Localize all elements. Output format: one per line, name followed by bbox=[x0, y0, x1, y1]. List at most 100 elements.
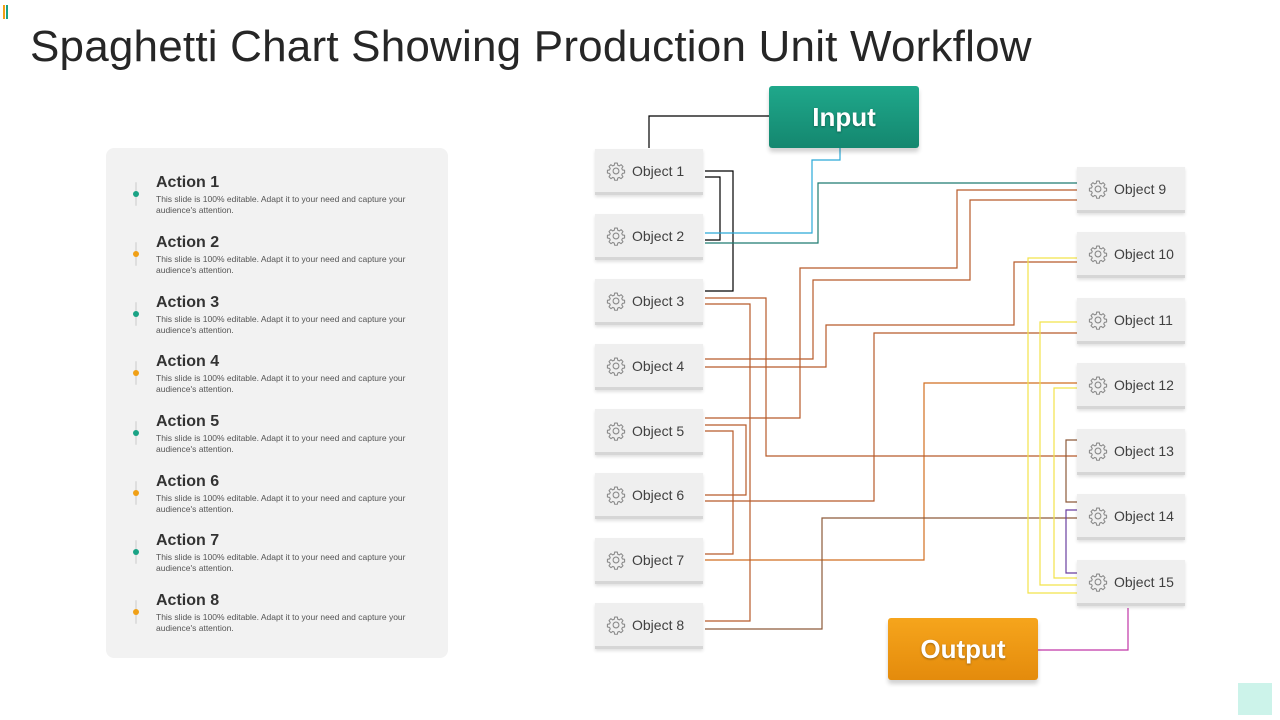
action-description: This slide is 100% editable. Adapt it to… bbox=[156, 373, 406, 394]
object-label: Object 5 bbox=[632, 423, 685, 439]
gear-icon bbox=[1088, 245, 1108, 264]
action-marker bbox=[133, 481, 139, 505]
connector-line bbox=[705, 517, 1077, 630]
connector-line bbox=[705, 424, 747, 496]
gear-icon bbox=[606, 616, 626, 635]
object-label: Object 8 bbox=[632, 617, 685, 633]
action-title: Action 5 bbox=[156, 413, 220, 430]
action-description: This slide is 100% editable. Adapt it to… bbox=[156, 254, 406, 275]
object-label: Object 6 bbox=[632, 487, 685, 503]
action-description: This slide is 100% editable. Adapt it to… bbox=[156, 314, 406, 335]
action-title: Action 7 bbox=[156, 532, 220, 549]
connector-line bbox=[705, 148, 841, 234]
gear-icon bbox=[1088, 376, 1108, 395]
gear-icon bbox=[1088, 573, 1108, 592]
connector-line bbox=[705, 382, 1077, 561]
connector-line bbox=[1065, 509, 1077, 574]
action-title: Action 3 bbox=[156, 294, 220, 311]
input-box: Input bbox=[769, 86, 919, 148]
connector-line bbox=[705, 297, 1077, 457]
corner-decoration bbox=[1238, 683, 1272, 715]
object-7: Object 7 bbox=[595, 538, 703, 584]
gear-icon bbox=[606, 486, 626, 505]
connector-line bbox=[648, 115, 769, 148]
actions-panel: Action 1 This slide is 100% editable. Ad… bbox=[106, 148, 448, 658]
connector-line bbox=[705, 182, 1077, 244]
action-item: Action 8 This slide is 100% editable. Ad… bbox=[106, 592, 448, 642]
action-marker bbox=[133, 540, 139, 564]
object-1: Object 1 bbox=[595, 149, 703, 195]
action-item: Action 7 This slide is 100% editable. Ad… bbox=[106, 532, 448, 582]
gear-icon bbox=[606, 422, 626, 441]
action-description: This slide is 100% editable. Adapt it to… bbox=[156, 612, 406, 633]
action-description: This slide is 100% editable. Adapt it to… bbox=[156, 433, 406, 454]
connector-line bbox=[1027, 257, 1077, 594]
action-description: This slide is 100% editable. Adapt it to… bbox=[156, 552, 406, 573]
connector-line bbox=[705, 176, 721, 241]
connector-line bbox=[705, 199, 1077, 360]
object-15: Object 15 bbox=[1077, 560, 1185, 606]
action-marker bbox=[133, 361, 139, 385]
connector-line bbox=[705, 261, 1077, 368]
action-marker bbox=[133, 242, 139, 266]
object-12: Object 12 bbox=[1077, 363, 1185, 409]
object-13: Object 13 bbox=[1077, 429, 1185, 475]
gear-icon bbox=[606, 357, 626, 376]
gear-icon bbox=[606, 162, 626, 181]
object-label: Object 12 bbox=[1114, 377, 1174, 393]
connector-line bbox=[1039, 321, 1077, 586]
object-label: Object 10 bbox=[1114, 246, 1174, 262]
action-marker bbox=[133, 302, 139, 326]
object-14: Object 14 bbox=[1077, 494, 1185, 540]
object-label: Object 2 bbox=[632, 228, 685, 244]
connector-line bbox=[1038, 608, 1129, 651]
gear-icon bbox=[606, 551, 626, 570]
object-label: Object 4 bbox=[632, 358, 685, 374]
object-11: Object 11 bbox=[1077, 298, 1185, 344]
action-title: Action 6 bbox=[156, 473, 220, 490]
object-6: Object 6 bbox=[595, 473, 703, 519]
object-2: Object 2 bbox=[595, 214, 703, 260]
connector-line bbox=[705, 332, 1077, 502]
connector-line bbox=[1065, 439, 1077, 503]
gear-icon bbox=[1088, 311, 1108, 330]
object-8: Object 8 bbox=[595, 603, 703, 649]
action-title: Action 2 bbox=[156, 234, 220, 251]
connector-line bbox=[705, 430, 734, 555]
connector-line bbox=[1053, 387, 1077, 579]
object-label: Object 1 bbox=[632, 163, 685, 179]
action-item: Action 2 This slide is 100% editable. Ad… bbox=[106, 234, 448, 284]
object-label: Object 15 bbox=[1114, 574, 1174, 590]
action-item: Action 5 This slide is 100% editable. Ad… bbox=[106, 413, 448, 463]
action-item: Action 1 This slide is 100% editable. Ad… bbox=[106, 174, 448, 224]
object-label: Object 7 bbox=[632, 552, 685, 568]
connector-line bbox=[705, 189, 1077, 419]
object-9: Object 9 bbox=[1077, 167, 1185, 213]
object-label: Object 9 bbox=[1114, 181, 1167, 197]
action-item: Action 3 This slide is 100% editable. Ad… bbox=[106, 294, 448, 344]
action-description: This slide is 100% editable. Adapt it to… bbox=[156, 493, 406, 514]
output-box: Output bbox=[888, 618, 1038, 680]
action-marker bbox=[133, 182, 139, 206]
action-title: Action 4 bbox=[156, 353, 220, 370]
action-item: Action 4 This slide is 100% editable. Ad… bbox=[106, 353, 448, 403]
action-item: Action 6 This slide is 100% editable. Ad… bbox=[106, 473, 448, 523]
action-title: Action 1 bbox=[156, 174, 220, 191]
corner-accent-mark bbox=[3, 5, 8, 19]
gear-icon bbox=[1088, 442, 1108, 461]
object-label: Object 3 bbox=[632, 293, 685, 309]
action-marker bbox=[133, 421, 139, 445]
object-5: Object 5 bbox=[595, 409, 703, 455]
gear-icon bbox=[1088, 180, 1108, 199]
action-marker bbox=[133, 600, 139, 624]
object-4: Object 4 bbox=[595, 344, 703, 390]
gear-icon bbox=[1088, 507, 1108, 526]
action-title: Action 8 bbox=[156, 592, 220, 609]
object-label: Object 11 bbox=[1114, 312, 1173, 328]
gear-icon bbox=[606, 292, 626, 311]
page-title: Spaghetti Chart Showing Production Unit … bbox=[30, 22, 1032, 71]
object-10: Object 10 bbox=[1077, 232, 1185, 278]
output-label: Output bbox=[920, 633, 1006, 664]
object-label: Object 14 bbox=[1114, 508, 1174, 524]
gear-icon bbox=[606, 227, 626, 246]
